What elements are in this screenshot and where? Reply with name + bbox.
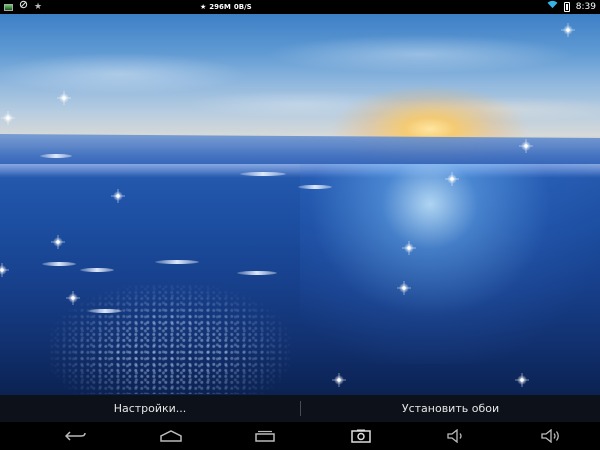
sparkle bbox=[332, 373, 346, 387]
live-wallpaper-preview-screen: ★ ★ 296M 0B/S 8:39 Настройки... Установи… bbox=[0, 0, 600, 450]
set-wallpaper-button[interactable]: Установить обои bbox=[301, 395, 600, 422]
screenshot-icon bbox=[351, 429, 371, 443]
home-icon bbox=[160, 430, 182, 442]
memory-usage: 296M bbox=[209, 3, 231, 11]
volume-up-button[interactable] bbox=[531, 422, 571, 450]
sparkle bbox=[397, 281, 411, 295]
volume-down-button[interactable] bbox=[436, 422, 476, 450]
wifi-icon bbox=[547, 0, 558, 14]
fish bbox=[237, 271, 277, 275]
clock: 8:39 bbox=[575, 2, 596, 12]
sparkle bbox=[111, 189, 125, 203]
underwater-light-rays bbox=[300, 164, 600, 364]
star-icon: ★ bbox=[34, 2, 43, 12]
star-icon: ★ bbox=[200, 3, 207, 11]
battery-icon bbox=[563, 2, 570, 12]
sparkle bbox=[57, 91, 71, 105]
underwater-sunrise-wallpaper bbox=[0, 14, 600, 395]
volume-up-icon bbox=[541, 429, 559, 443]
fish bbox=[88, 309, 122, 313]
sync-icon bbox=[19, 0, 28, 14]
status-bar: ★ ★ 296M 0B/S 8:39 bbox=[0, 0, 600, 14]
sparkle bbox=[51, 235, 65, 249]
status-bar-notifications: ★ bbox=[4, 0, 42, 14]
fish bbox=[155, 260, 199, 264]
navigation-bar bbox=[0, 422, 600, 450]
sparkle bbox=[66, 291, 80, 305]
wallpaper-action-bar: Настройки... Установить обои bbox=[0, 395, 600, 422]
home-button[interactable] bbox=[151, 422, 191, 450]
sparkle bbox=[445, 172, 459, 186]
fish bbox=[42, 262, 76, 266]
status-bar-memory-info: ★ 296M 0B/S bbox=[200, 0, 252, 14]
network-speed: 0B/S bbox=[233, 3, 252, 11]
sparkle bbox=[519, 139, 533, 153]
sparkle bbox=[402, 241, 416, 255]
sparkle bbox=[1, 111, 15, 125]
sparkle bbox=[0, 263, 9, 277]
bubbles bbox=[50, 284, 290, 394]
volume-down-icon bbox=[447, 429, 462, 443]
sparkle bbox=[515, 373, 529, 387]
fish bbox=[40, 154, 72, 158]
fish bbox=[240, 172, 286, 176]
screenshot-notification-icon bbox=[4, 3, 13, 11]
back-button[interactable] bbox=[56, 422, 96, 450]
recent-apps-button[interactable] bbox=[245, 422, 285, 450]
settings-button[interactable]: Настройки... bbox=[0, 395, 300, 422]
fish bbox=[298, 185, 332, 189]
fish bbox=[80, 268, 114, 272]
screenshot-button[interactable] bbox=[341, 422, 381, 450]
status-bar-system: 8:39 bbox=[547, 0, 596, 14]
sparkle bbox=[561, 23, 575, 37]
recent-apps-icon bbox=[255, 430, 275, 442]
back-icon bbox=[65, 431, 86, 441]
